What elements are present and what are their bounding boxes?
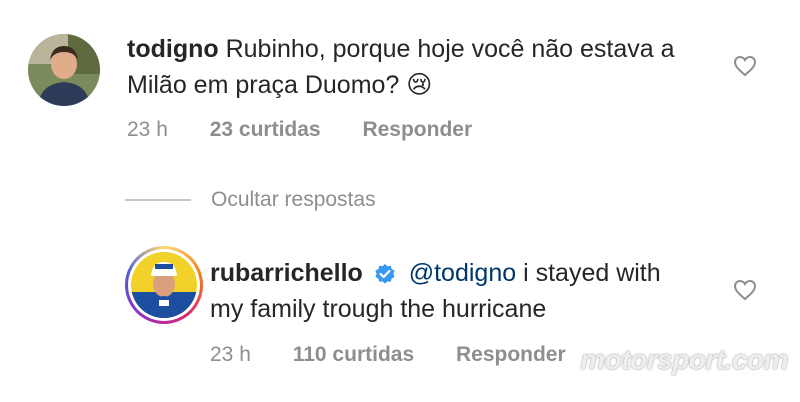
comment-time: 23 h	[127, 118, 168, 141]
hide-replies-toggle[interactable]: Ocultar respostas	[125, 185, 376, 215]
comment-username[interactable]: todigno	[127, 35, 219, 63]
divider-line	[125, 199, 191, 201]
comment-meta: 23 h 23 curtidas Responder	[127, 118, 508, 142]
verified-badge-icon	[375, 264, 395, 284]
avatar-todigno[interactable]	[28, 34, 100, 106]
reply-username[interactable]: rubarrichello	[210, 259, 363, 287]
comment-likes[interactable]: 23 curtidas	[210, 118, 321, 141]
motorsport-watermark: motorsport.com	[580, 344, 788, 375]
story-ring[interactable]	[125, 246, 203, 324]
hide-replies-label[interactable]: Ocultar respostas	[211, 188, 376, 212]
avatar-rubarrichello	[131, 252, 197, 318]
reply-mention[interactable]: @todigno	[409, 259, 516, 287]
reply-meta: 23 h 110 curtidas Responder	[210, 343, 602, 367]
reply-reply-button[interactable]: Responder	[456, 343, 566, 366]
comment-reply-button[interactable]: Responder	[362, 118, 472, 141]
reply-likes[interactable]: 110 curtidas	[293, 343, 414, 366]
like-heart-icon[interactable]	[733, 55, 757, 77]
like-heart-icon[interactable]	[733, 279, 757, 301]
comment-text: todigno Rubinho, porque hoje você não es…	[127, 31, 687, 103]
crying-emoji-icon: 😢	[406, 71, 433, 99]
reply-text: rubarrichello @todigno i stayed with my …	[210, 255, 680, 327]
reply-time: 23 h	[210, 343, 251, 366]
